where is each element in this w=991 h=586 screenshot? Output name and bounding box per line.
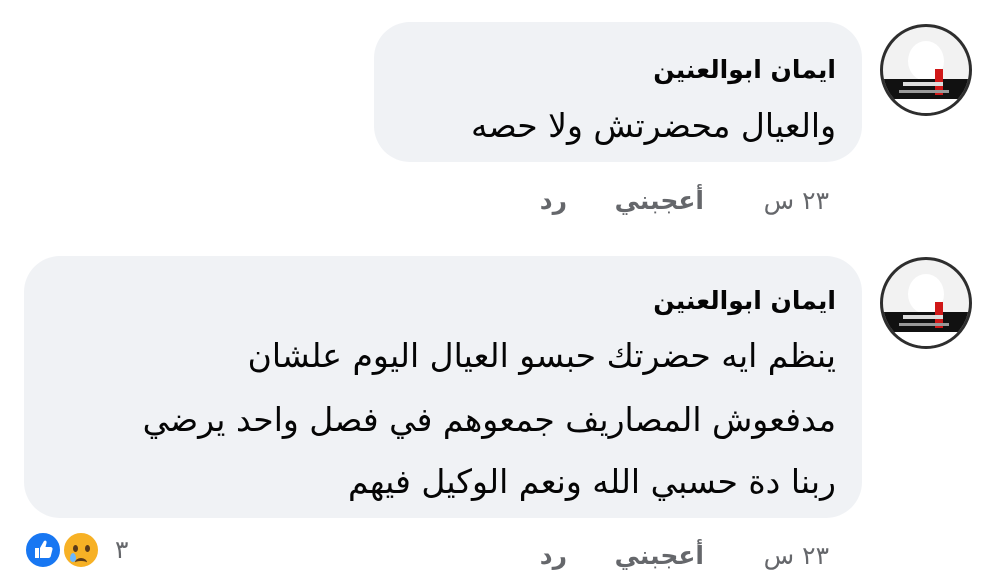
comment-author[interactable]: ايمان ابوالعنين xyxy=(653,55,836,85)
sad-eye-icon xyxy=(85,545,90,552)
comment-text-line: ربنا دة حسبي الله ونعم الوكيل فيهم xyxy=(347,462,836,501)
avatar-banner-text xyxy=(903,82,943,86)
like-button[interactable]: أعجبني xyxy=(615,541,704,571)
comment-author[interactable]: ايمان ابوالعنين xyxy=(653,286,836,316)
avatar-banner-text xyxy=(903,315,943,319)
like-reaction-icon[interactable] xyxy=(24,531,62,569)
sad-mouth-icon xyxy=(75,558,87,567)
avatar-banner-subtext xyxy=(899,90,949,93)
comment-bubble: ايمان ابوالعنين ينظم ايه حضرتك حبسو العي… xyxy=(24,256,862,518)
sad-eye-icon xyxy=(73,545,78,552)
reply-button[interactable]: رد xyxy=(540,541,567,571)
commenter-avatar[interactable] xyxy=(880,257,972,349)
reply-button[interactable]: رد xyxy=(540,186,567,216)
reaction-count[interactable]: ٣ xyxy=(115,535,128,565)
commenter-avatar[interactable] xyxy=(880,24,972,116)
comment-bubble: ايمان ابوالعنين والعيال محضرتش ولا حصه xyxy=(374,22,862,162)
sad-reaction-icon[interactable] xyxy=(62,531,100,569)
comment-timestamp[interactable]: ٢٣ س xyxy=(764,186,829,216)
avatar-banner-subtext xyxy=(899,323,949,326)
comment-timestamp[interactable]: ٢٣ س xyxy=(764,541,829,571)
comment-text-line: مدفعوش المصاريف جمعوهم في فصل واحد يرضي xyxy=(142,400,836,439)
comment-text: والعيال محضرتش ولا حصه xyxy=(470,106,836,145)
comment-text-line: ينظم ايه حضرتك حبسو العيال اليوم علشان xyxy=(247,336,836,375)
like-button[interactable]: أعجبني xyxy=(615,186,704,216)
